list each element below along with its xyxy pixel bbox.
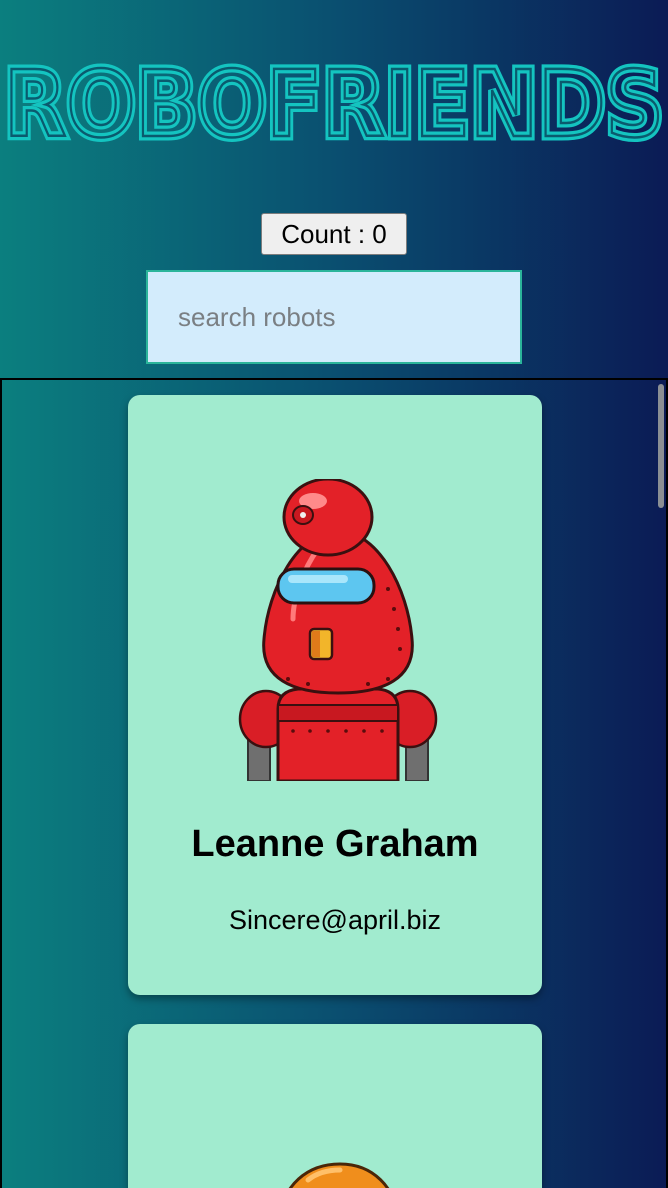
robot-card bbox=[128, 1024, 542, 1188]
red-robot-avatar bbox=[238, 479, 438, 781]
search-input[interactable] bbox=[146, 270, 522, 364]
count-button[interactable]: Count : 0 bbox=[261, 213, 407, 255]
app-title: ROBOFRIENDS ROBOFRIENDS bbox=[0, 58, 668, 158]
scrollbar-thumb[interactable] bbox=[658, 384, 664, 508]
robot-card: Leanne Graham Sincere@april.biz bbox=[128, 395, 542, 995]
app-title-inline: ROBOFRIENDS bbox=[4, 58, 664, 158]
card-list-scroll-area[interactable]: Leanne Graham Sincere@april.biz bbox=[0, 378, 668, 1188]
robot-name: Leanne Graham bbox=[191, 823, 479, 865]
orange-robot-avatar bbox=[288, 1162, 390, 1188]
robot-email: Sincere@april.biz bbox=[229, 905, 441, 935]
